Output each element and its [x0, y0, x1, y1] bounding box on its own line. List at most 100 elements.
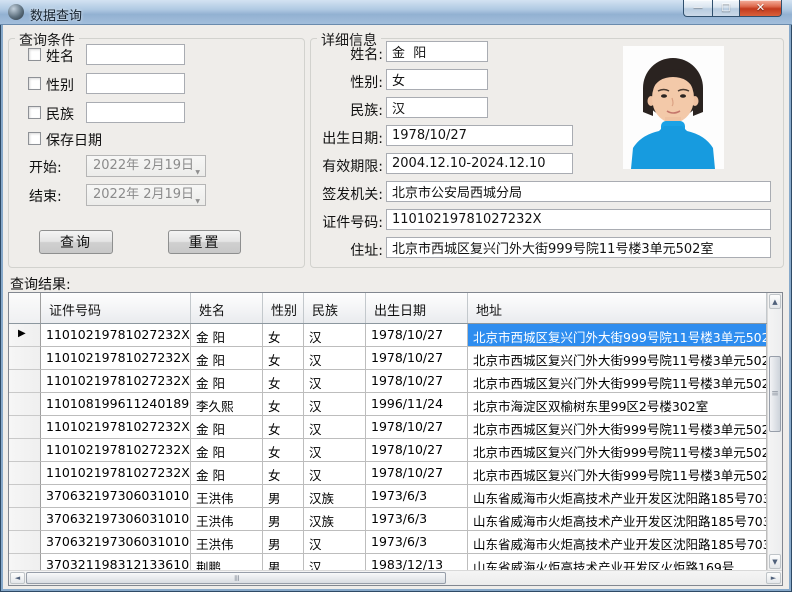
row-header[interactable]: [9, 393, 41, 416]
table-cell[interactable]: 汉: [304, 324, 366, 347]
gender-filter-checkbox[interactable]: [28, 77, 41, 90]
table-cell[interactable]: 370632197306031010: [41, 485, 191, 508]
table-cell[interactable]: 金 阳: [191, 370, 263, 393]
detail-idnumber-field[interactable]: [386, 209, 771, 230]
vertical-scrollbar[interactable]: ▲ ≡ ▼: [767, 293, 782, 570]
row-header[interactable]: ▶: [9, 324, 41, 347]
table-cell[interactable]: 1978/10/27: [366, 439, 468, 462]
table-cell[interactable]: 1983/12/13: [366, 554, 468, 570]
table-cell[interactable]: 北京市西城区复兴门外大街999号院11号楼3单元502室: [468, 439, 767, 462]
table-cell[interactable]: 金 阳: [191, 347, 263, 370]
table-cell[interactable]: 370632197306031010: [41, 531, 191, 554]
table-cell[interactable]: 男: [263, 508, 304, 531]
table-cell[interactable]: 1973/6/3: [366, 485, 468, 508]
date-end-picker[interactable]: 2022年 2月19日 ▼: [86, 184, 206, 206]
horizontal-scroll-thumb[interactable]: ≡: [26, 572, 446, 584]
table-cell[interactable]: 汉: [304, 347, 366, 370]
row-header[interactable]: [9, 531, 41, 554]
close-button[interactable]: ✕: [740, 0, 782, 17]
table-cell[interactable]: 汉: [304, 554, 366, 570]
reset-button[interactable]: 重置: [168, 230, 241, 254]
column-header-6[interactable]: 地址: [468, 293, 767, 323]
query-button[interactable]: 查询: [39, 230, 113, 254]
table-cell[interactable]: 11010219781027232X: [41, 416, 191, 439]
table-cell[interactable]: 370632197306031010: [41, 508, 191, 531]
table-cell[interactable]: 1978/10/27: [366, 324, 468, 347]
table-cell[interactable]: 女: [263, 416, 304, 439]
scroll-right-button[interactable]: ►: [766, 572, 781, 584]
table-cell[interactable]: 金 阳: [191, 439, 263, 462]
table-cell[interactable]: 荆鹏: [191, 554, 263, 570]
table-cell[interactable]: 110108199611240189: [41, 393, 191, 416]
table-cell[interactable]: 汉: [304, 531, 366, 554]
grid-corner-cell[interactable]: [9, 293, 41, 323]
table-cell[interactable]: 11010219781027232X: [41, 370, 191, 393]
table-cell[interactable]: 金 阳: [191, 462, 263, 485]
detail-gender-field[interactable]: [386, 69, 488, 90]
title-bar[interactable]: 数据查询 — □ ✕: [0, 0, 792, 25]
column-header-1[interactable]: 证件号码: [41, 293, 191, 323]
table-cell[interactable]: 山东省威海市火炬高技术产业开发区沈阳路185号703室: [468, 508, 767, 531]
row-header[interactable]: [9, 439, 41, 462]
table-cell[interactable]: 1978/10/27: [366, 347, 468, 370]
table-cell[interactable]: 1996/11/24: [366, 393, 468, 416]
row-header[interactable]: [9, 485, 41, 508]
scroll-up-button[interactable]: ▲: [769, 294, 781, 309]
table-cell[interactable]: 汉: [304, 439, 366, 462]
row-header[interactable]: [9, 416, 41, 439]
table-cell[interactable]: 1978/10/27: [366, 416, 468, 439]
horizontal-scrollbar[interactable]: ◄ ≡ ►: [9, 570, 782, 585]
detail-birthdate-field[interactable]: [386, 125, 573, 146]
name-filter-checkbox[interactable]: [28, 48, 41, 61]
gender-filter-input[interactable]: [86, 73, 185, 94]
table-cell[interactable]: 北京市西城区复兴门外大街999号院11号楼3单元502室: [468, 462, 767, 485]
table-cell[interactable]: 山东省威海市火炬高技术产业开发区沈阳路185号703室: [468, 485, 767, 508]
table-cell[interactable]: 1973/6/3: [366, 508, 468, 531]
table-cell[interactable]: 女: [263, 370, 304, 393]
column-header-4[interactable]: 民族: [304, 293, 366, 323]
table-cell[interactable]: 1978/10/27: [366, 462, 468, 485]
table-cell[interactable]: 汉族: [304, 508, 366, 531]
detail-address-field[interactable]: [386, 237, 771, 258]
scroll-left-button[interactable]: ◄: [10, 572, 25, 584]
table-cell[interactable]: 山东省威海市火炬高技术产业开发区沈阳路185号703室: [468, 531, 767, 554]
table-cell[interactable]: 汉: [304, 393, 366, 416]
table-cell[interactable]: 11010219781027232X: [41, 324, 191, 347]
table-cell[interactable]: 金 阳: [191, 416, 263, 439]
ethnic-filter-input[interactable]: [86, 102, 185, 123]
table-cell[interactable]: 汉: [304, 416, 366, 439]
table-cell[interactable]: 汉族: [304, 485, 366, 508]
table-cell[interactable]: 汉: [304, 370, 366, 393]
table-cell[interactable]: 女: [263, 347, 304, 370]
column-header-2[interactable]: 姓名: [191, 293, 263, 323]
row-header[interactable]: [9, 462, 41, 485]
detail-validity-field[interactable]: [386, 153, 573, 174]
table-cell[interactable]: 北京市西城区复兴门外大街999号院11号楼3单元502室: [468, 370, 767, 393]
table-cell[interactable]: 王洪伟: [191, 508, 263, 531]
table-cell[interactable]: 男: [263, 485, 304, 508]
table-cell[interactable]: 女: [263, 462, 304, 485]
savedate-filter-checkbox[interactable]: [28, 132, 41, 145]
scroll-down-button[interactable]: ▼: [769, 554, 781, 569]
date-start-picker[interactable]: 2022年 2月19日 ▼: [86, 155, 206, 177]
table-cell[interactable]: 1973/6/3: [366, 531, 468, 554]
table-cell[interactable]: 男: [263, 531, 304, 554]
column-header-3[interactable]: 性别: [263, 293, 304, 323]
table-cell[interactable]: 北京市西城区复兴门外大街999号院11号楼3单元502室: [468, 347, 767, 370]
row-header[interactable]: [9, 347, 41, 370]
table-cell[interactable]: 北京市海淀区双榆树东里99区2号楼302室: [468, 393, 767, 416]
table-cell[interactable]: 370321198312133610: [41, 554, 191, 570]
minimize-button[interactable]: —: [683, 0, 712, 17]
row-header[interactable]: [9, 554, 41, 570]
column-header-5[interactable]: 出生日期: [366, 293, 468, 323]
ethnic-filter-checkbox[interactable]: [28, 106, 41, 119]
row-header[interactable]: [9, 508, 41, 531]
table-cell[interactable]: 女: [263, 439, 304, 462]
name-filter-input[interactable]: [86, 44, 185, 65]
table-cell[interactable]: 山东省威海火炬高技术产业开发区火炬路169号: [468, 554, 767, 570]
table-cell[interactable]: 女: [263, 393, 304, 416]
table-cell[interactable]: 11010219781027232X: [41, 347, 191, 370]
table-cell[interactable]: 王洪伟: [191, 485, 263, 508]
table-cell[interactable]: 北京市西城区复兴门外大街999号院11号楼3单元502室: [468, 416, 767, 439]
detail-ethnic-field[interactable]: [386, 97, 488, 118]
